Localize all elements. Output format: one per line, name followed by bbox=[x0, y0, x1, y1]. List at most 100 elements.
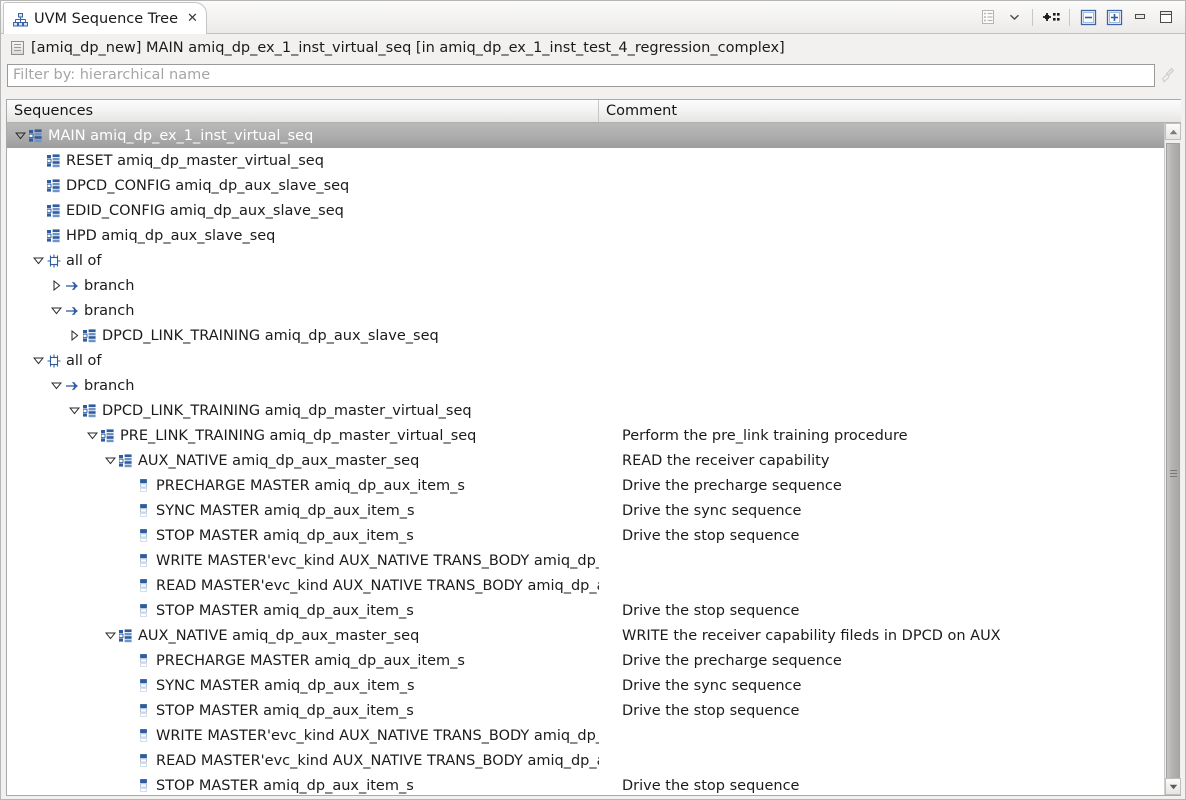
table-row[interactable]: DPCD_LINK_TRAINING amiq_dp_master_virtua… bbox=[7, 398, 1164, 423]
link-with-editor-icon[interactable] bbox=[1038, 5, 1064, 29]
cell-sequence-name[interactable]: STOP MASTER amiq_dp_aux_item_s bbox=[7, 598, 599, 623]
twisty-expanded-icon[interactable] bbox=[49, 373, 64, 398]
table-row[interactable]: HPD amiq_dp_aux_slave_seq bbox=[7, 223, 1164, 248]
twisty-collapsed-icon[interactable] bbox=[67, 323, 82, 348]
table-row[interactable]: STOP MASTER amiq_dp_aux_item_sDrive the … bbox=[7, 773, 1164, 795]
table-row[interactable]: SYNC MASTER amiq_dp_aux_item_sDrive the … bbox=[7, 673, 1164, 698]
table-row[interactable]: STOP MASTER amiq_dp_aux_item_sDrive the … bbox=[7, 698, 1164, 723]
clear-filter-broom-icon[interactable] bbox=[1155, 63, 1181, 87]
minimize-icon[interactable] bbox=[1127, 5, 1153, 29]
twisty-collapsed-icon[interactable] bbox=[49, 273, 64, 298]
table-row[interactable]: READ MASTER'evc_kind AUX_NATIVE TRANS_BO… bbox=[7, 573, 1164, 598]
table-row[interactable]: all of bbox=[7, 348, 1164, 373]
cell-sequence-name[interactable]: branch bbox=[7, 298, 599, 323]
tab-label: UVM Sequence Tree bbox=[34, 11, 178, 27]
scrollbar-thumb[interactable] bbox=[1166, 143, 1180, 796]
column-header-comment[interactable]: Comment bbox=[599, 100, 1164, 122]
cell-sequence-name[interactable]: RESET amiq_dp_master_virtual_seq bbox=[7, 148, 599, 173]
collapse-all-icon[interactable] bbox=[1075, 5, 1101, 29]
row-label: STOP MASTER amiq_dp_aux_item_s bbox=[156, 703, 414, 719]
twisty-placeholder bbox=[121, 773, 136, 795]
cell-sequence-name[interactable]: branch bbox=[7, 273, 599, 298]
cell-sequence-name[interactable]: STOP MASTER amiq_dp_aux_item_s bbox=[7, 698, 599, 723]
vertical-scrollbar[interactable] bbox=[1164, 123, 1181, 795]
table-row[interactable]: READ MASTER'evc_kind AUX_NATIVE TRANS_BO… bbox=[7, 748, 1164, 773]
cell-sequence-name[interactable]: DPCD_LINK_TRAINING amiq_dp_master_virtua… bbox=[7, 398, 599, 423]
cell-sequence-name[interactable]: PRECHARGE MASTER amiq_dp_aux_item_s bbox=[7, 648, 599, 673]
table-row[interactable]: PRECHARGE MASTER amiq_dp_aux_item_sDrive… bbox=[7, 648, 1164, 673]
table-row[interactable]: RESET amiq_dp_master_virtual_seq bbox=[7, 148, 1164, 173]
cell-sequence-name[interactable]: AUX_NATIVE amiq_dp_aux_master_seq bbox=[7, 623, 599, 648]
table-row[interactable]: all of bbox=[7, 248, 1164, 273]
tab-uvm-sequence-tree[interactable]: UVM Sequence Tree ✕ bbox=[3, 2, 207, 34]
table-row[interactable]: WRITE MASTER'evc_kind AUX_NATIVE TRANS_B… bbox=[7, 723, 1164, 748]
twisty-expanded-icon[interactable] bbox=[49, 298, 64, 323]
row-label: DPCD_LINK_TRAINING amiq_dp_master_virtua… bbox=[102, 403, 472, 419]
cell-sequence-name[interactable]: AUX_NATIVE amiq_dp_aux_master_seq bbox=[7, 448, 599, 473]
cell-sequence-name[interactable]: all of bbox=[7, 348, 599, 373]
twisty-placeholder bbox=[31, 173, 46, 198]
row-label: STOP MASTER amiq_dp_aux_item_s bbox=[156, 778, 414, 794]
column-header-sequences[interactable]: Sequences bbox=[7, 100, 599, 122]
table-row[interactable]: branch bbox=[7, 273, 1164, 298]
row-label: SYNC MASTER amiq_dp_aux_item_s bbox=[156, 678, 415, 694]
twisty-expanded-icon[interactable] bbox=[31, 248, 46, 273]
twisty-expanded-icon[interactable] bbox=[103, 448, 118, 473]
twisty-expanded-icon[interactable] bbox=[67, 398, 82, 423]
cell-sequence-name[interactable]: WRITE MASTER'evc_kind AUX_NATIVE TRANS_B… bbox=[7, 723, 599, 748]
item-icon bbox=[136, 723, 152, 748]
expand-all-icon[interactable] bbox=[1101, 5, 1127, 29]
cell-comment bbox=[599, 198, 1164, 223]
cell-sequence-name[interactable]: branch bbox=[7, 373, 599, 398]
cell-sequence-name[interactable]: WRITE MASTER'evc_kind AUX_NATIVE TRANS_B… bbox=[7, 548, 599, 573]
maximize-icon[interactable] bbox=[1153, 5, 1179, 29]
uvm-sequence-tree-window: UVM Sequence Tree ✕ bbox=[0, 0, 1186, 800]
cell-sequence-name[interactable]: PRECHARGE MASTER amiq_dp_aux_item_s bbox=[7, 473, 599, 498]
cell-comment: Drive the sync sequence bbox=[599, 498, 1164, 523]
cell-sequence-name[interactable]: DPCD_LINK_TRAINING amiq_dp_aux_slave_seq bbox=[7, 323, 599, 348]
table-row[interactable]: AUX_NATIVE amiq_dp_aux_master_seqWRITE t… bbox=[7, 623, 1164, 648]
sequence-icon bbox=[46, 198, 62, 223]
table-row[interactable]: PRECHARGE MASTER amiq_dp_aux_item_sDrive… bbox=[7, 473, 1164, 498]
table-row[interactable]: DPCD_LINK_TRAINING amiq_dp_aux_slave_seq bbox=[7, 323, 1164, 348]
chevron-down-icon[interactable] bbox=[1001, 5, 1027, 29]
table-row[interactable]: STOP MASTER amiq_dp_aux_item_sDrive the … bbox=[7, 523, 1164, 548]
table-row[interactable]: branch bbox=[7, 373, 1164, 398]
scroll-down-arrow-icon[interactable] bbox=[1165, 778, 1181, 795]
table-row[interactable]: STOP MASTER amiq_dp_aux_item_sDrive the … bbox=[7, 598, 1164, 623]
table-row[interactable]: PRE_LINK_TRAINING amiq_dp_master_virtual… bbox=[7, 423, 1164, 448]
cell-sequence-name[interactable]: PRE_LINK_TRAINING amiq_dp_master_virtual… bbox=[7, 423, 599, 448]
table-row[interactable]: EDID_CONFIG amiq_dp_aux_slave_seq bbox=[7, 198, 1164, 223]
cell-sequence-name[interactable]: MAIN amiq_dp_ex_1_inst_virtual_seq bbox=[7, 123, 599, 148]
cell-sequence-name[interactable]: SYNC MASTER amiq_dp_aux_item_s bbox=[7, 498, 599, 523]
table-row[interactable]: branch bbox=[7, 298, 1164, 323]
cell-sequence-name[interactable]: STOP MASTER amiq_dp_aux_item_s bbox=[7, 523, 599, 548]
twisty-placeholder bbox=[31, 223, 46, 248]
cell-comment bbox=[599, 723, 1164, 748]
scroll-up-arrow-icon[interactable] bbox=[1165, 123, 1181, 140]
twisty-expanded-icon[interactable] bbox=[103, 623, 118, 648]
cell-sequence-name[interactable]: HPD amiq_dp_aux_slave_seq bbox=[7, 223, 599, 248]
cell-sequence-name[interactable]: STOP MASTER amiq_dp_aux_item_s bbox=[7, 773, 599, 795]
table-row[interactable]: AUX_NATIVE amiq_dp_aux_master_seqREAD th… bbox=[7, 448, 1164, 473]
filter-input[interactable] bbox=[7, 64, 1155, 87]
twisty-expanded-icon[interactable] bbox=[85, 423, 100, 448]
twisty-placeholder bbox=[121, 723, 136, 748]
cell-sequence-name[interactable]: DPCD_CONFIG amiq_dp_aux_slave_seq bbox=[7, 173, 599, 198]
table-row[interactable]: WRITE MASTER'evc_kind AUX_NATIVE TRANS_B… bbox=[7, 548, 1164, 573]
view-menu-button[interactable] bbox=[975, 5, 1001, 29]
table-row[interactable]: DPCD_CONFIG amiq_dp_aux_slave_seq bbox=[7, 173, 1164, 198]
table-row[interactable]: MAIN amiq_dp_ex_1_inst_virtual_seq bbox=[7, 123, 1164, 148]
twisty-expanded-icon[interactable] bbox=[31, 348, 46, 373]
cell-sequence-name[interactable]: EDID_CONFIG amiq_dp_aux_slave_seq bbox=[7, 198, 599, 223]
cell-sequence-name[interactable]: READ MASTER'evc_kind AUX_NATIVE TRANS_BO… bbox=[7, 748, 599, 773]
cell-sequence-name[interactable]: READ MASTER'evc_kind AUX_NATIVE TRANS_BO… bbox=[7, 573, 599, 598]
row-label: DPCD_CONFIG amiq_dp_aux_slave_seq bbox=[66, 178, 349, 194]
cell-sequence-name[interactable]: all of bbox=[7, 248, 599, 273]
table-row[interactable]: SYNC MASTER amiq_dp_aux_item_sDrive the … bbox=[7, 498, 1164, 523]
close-icon[interactable]: ✕ bbox=[187, 12, 198, 25]
cell-sequence-name[interactable]: SYNC MASTER amiq_dp_aux_item_s bbox=[7, 673, 599, 698]
twisty-expanded-icon[interactable] bbox=[13, 123, 28, 148]
cell-comment bbox=[599, 148, 1164, 173]
twisty-placeholder bbox=[121, 498, 136, 523]
